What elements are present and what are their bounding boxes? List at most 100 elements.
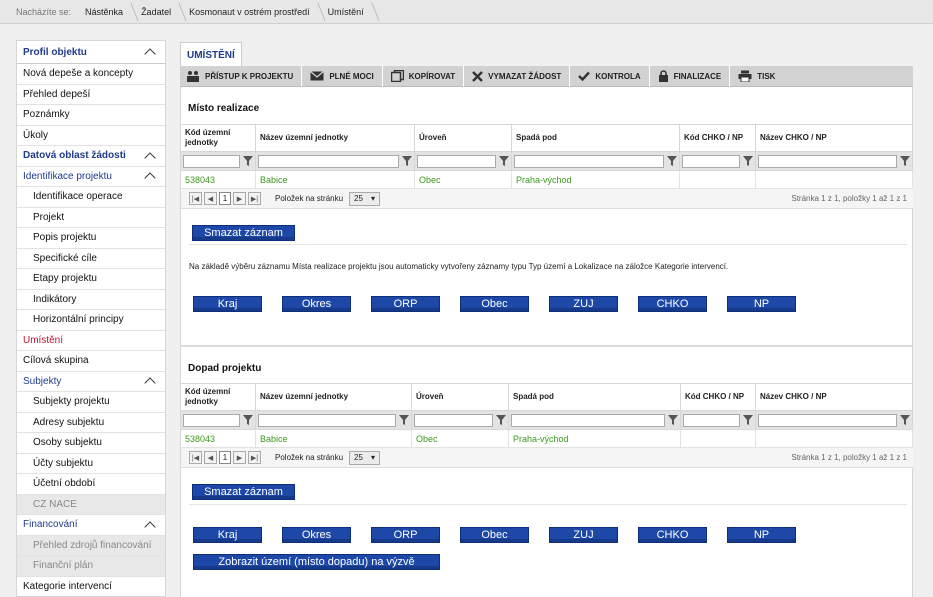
sidebar-item[interactable]: Cílová skupina [17, 351, 165, 372]
prev-page-icon[interactable]: ◀ [204, 451, 217, 464]
chevron-up-icon[interactable] [145, 520, 155, 530]
table-row[interactable]: 538043 Babice Obec Praha-východ [181, 170, 913, 189]
chevron-up-icon[interactable] [145, 171, 155, 181]
sidebar-item[interactable]: Identifikace projektu [17, 167, 165, 187]
filter-input[interactable] [183, 413, 240, 427]
next-page-icon[interactable]: ▶ [233, 192, 246, 205]
first-page-icon[interactable]: |◀ [189, 451, 202, 464]
obec-button-realizace[interactable]: Obec [460, 296, 529, 312]
filter-icon[interactable] [900, 415, 910, 425]
column-header[interactable]: Kód územní jednotky [181, 384, 256, 410]
filter-input[interactable] [417, 154, 496, 168]
sidebar-item[interactable]: Etapy projektu [17, 269, 165, 290]
sidebar-item[interactable]: Subjekty projektu [17, 392, 165, 413]
sidebar-item[interactable]: Popis projektu [17, 228, 165, 249]
sidebar-item[interactable]: Účty subjektu [17, 454, 165, 474]
kraj-button-dopad[interactable]: Kraj [193, 527, 262, 543]
filter-icon[interactable] [499, 156, 509, 166]
sidebar-item[interactable]: Subjekty [17, 372, 165, 392]
column-header[interactable]: Název územní jednotky [256, 125, 415, 151]
chevron-up-icon[interactable] [145, 151, 155, 161]
sidebar-item[interactable]: Osoby subjektu [17, 433, 165, 454]
breadcrumb-item-zadatel[interactable]: Žadatel [135, 0, 183, 24]
filter-input[interactable] [511, 413, 665, 427]
okres-button-realizace[interactable]: Okres [282, 296, 351, 312]
column-header[interactable]: Název CHKO / NP [756, 384, 913, 410]
filter-input[interactable] [758, 413, 897, 427]
chko-button-dopad[interactable]: CHKO [638, 527, 707, 543]
okres-button-dopad[interactable]: Okres [282, 527, 351, 543]
filter-icon[interactable] [402, 156, 412, 166]
kraj-button-realizace[interactable]: Kraj [193, 296, 262, 312]
per-page-select[interactable]: 25 ▾ [349, 191, 381, 206]
column-header[interactable]: Úroveň [415, 125, 512, 151]
filter-input[interactable] [258, 154, 399, 168]
column-header[interactable]: Kód územní jednotky [181, 125, 256, 151]
sidebar-item[interactable]: Přehled depeší [17, 85, 165, 105]
chevron-up-icon[interactable] [145, 47, 155, 57]
last-page-icon[interactable]: ▶| [248, 451, 261, 464]
sidebar-item[interactable]: Datová oblast žádosti [17, 146, 165, 167]
access-button[interactable]: PŘÍSTUP K PROJEKTU [180, 65, 303, 87]
filter-input[interactable] [414, 413, 493, 427]
sidebar-item[interactable]: Adresy subjektu [17, 413, 165, 433]
filter-icon[interactable] [743, 156, 753, 166]
finalize-button[interactable]: FINALIZACE [650, 65, 731, 87]
filter-icon[interactable] [243, 415, 253, 425]
orp-button-realizace[interactable]: ORP [371, 296, 440, 312]
filter-input[interactable] [758, 154, 897, 168]
column-header[interactable]: Název CHKO / NP [756, 125, 913, 151]
sidebar-item[interactable]: Projekt [17, 208, 165, 228]
first-page-icon[interactable]: |◀ [189, 192, 202, 205]
page-number-input[interactable]: 1 [219, 192, 231, 205]
sidebar-item[interactable]: Financování [17, 515, 165, 536]
filter-icon[interactable] [243, 156, 253, 166]
last-page-icon[interactable]: ▶| [248, 192, 261, 205]
delete-record-button-realizace[interactable]: Smazat záznam [192, 225, 295, 241]
obec-button-dopad[interactable]: Obec [460, 527, 529, 543]
filter-icon[interactable] [667, 156, 677, 166]
breadcrumb-item-nastenka[interactable]: Nástěnka [79, 0, 135, 24]
filter-input[interactable] [514, 154, 664, 168]
filter-icon[interactable] [900, 156, 910, 166]
np-button-realizace[interactable]: NP [727, 296, 796, 312]
column-header[interactable]: Úroveň [412, 384, 509, 410]
next-page-icon[interactable]: ▶ [233, 451, 246, 464]
table-row[interactable]: 538043 Babice Obec Praha-východ [181, 429, 913, 448]
check-button[interactable]: KONTROLA [570, 65, 650, 87]
filter-icon[interactable] [399, 415, 409, 425]
copy-button[interactable]: KOPÍROVAT [383, 65, 465, 87]
page-number-input[interactable]: 1 [219, 451, 231, 464]
breadcrumb-item-kosmonaut[interactable]: Kosmonaut v ostrém prostředí [183, 0, 322, 24]
filter-icon[interactable] [496, 415, 506, 425]
column-header[interactable]: Kód CHKO / NP [681, 384, 756, 410]
show-territory-button[interactable]: Zobrazit území (místo dopadu) na výzvě [193, 554, 440, 570]
tab-umisteni[interactable]: UMÍSTĚNÍ [180, 42, 242, 67]
filter-icon[interactable] [743, 415, 753, 425]
sidebar-item[interactable]: Umístění [17, 331, 165, 351]
filter-input[interactable] [183, 154, 240, 168]
zuj-button-realizace[interactable]: ZUJ [549, 296, 618, 312]
sidebar-item[interactable]: Specifické cíle [17, 249, 165, 269]
prev-page-icon[interactable]: ◀ [204, 192, 217, 205]
np-button-dopad[interactable]: NP [727, 527, 796, 543]
sidebar-item[interactable]: Kategorie intervencí [17, 577, 165, 597]
column-header[interactable]: Spadá pod [509, 384, 681, 410]
delete-request-button[interactable]: VYMAZAT ŽÁDOST [464, 65, 571, 87]
chevron-up-icon[interactable] [145, 376, 155, 386]
print-button[interactable]: TISK [730, 66, 783, 87]
per-page-select[interactable]: 25 ▾ [349, 450, 381, 465]
sidebar-item[interactable]: Indikátory [17, 290, 165, 310]
column-header[interactable]: Spadá pod [512, 125, 680, 151]
filter-icon[interactable] [668, 415, 678, 425]
column-header[interactable]: Název územní jednotky [256, 384, 412, 410]
sidebar-item[interactable]: Profil objektu [17, 41, 165, 64]
breadcrumb-item-umisteni[interactable]: Umístění [322, 0, 376, 24]
filter-input[interactable] [683, 413, 740, 427]
orp-button-dopad[interactable]: ORP [371, 527, 440, 543]
sidebar-item[interactable]: Poznámky [17, 105, 165, 126]
column-header[interactable]: Kód CHKO / NP [680, 125, 756, 151]
filter-input[interactable] [682, 154, 740, 168]
sidebar-item[interactable]: Identifikace operace [17, 187, 165, 208]
filter-input[interactable] [258, 413, 396, 427]
